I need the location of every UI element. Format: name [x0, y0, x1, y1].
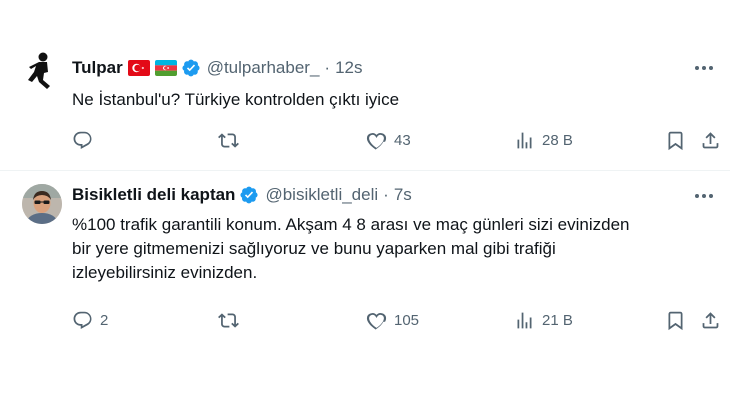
views-icon: [517, 132, 532, 148]
profile-photo-avatar-icon: [22, 184, 62, 224]
reply-icon: [73, 131, 92, 149]
retweet-button[interactable]: [218, 128, 246, 152]
like-button[interactable]: 43: [366, 128, 411, 152]
reply-button[interactable]: 2: [72, 308, 108, 332]
reply-icon: [73, 311, 92, 329]
tweet-text-line: %100 trafik garantili konum. Akşam 4 8 a…: [72, 215, 630, 234]
bookmark-icon: [668, 131, 683, 150]
share-button[interactable]: [700, 128, 721, 152]
tweet-text: %100 trafik garantili konum. Akşam 4 8 a…: [72, 213, 712, 285]
timestamp[interactable]: 12s: [335, 58, 362, 78]
retweet-icon: [218, 132, 239, 148]
separator-dot: ·: [324, 58, 331, 77]
username-handle[interactable]: @tulparhaber_: [207, 58, 320, 78]
timestamp[interactable]: 7s: [394, 185, 412, 205]
avatar[interactable]: [22, 184, 62, 224]
more-options-button[interactable]: [692, 186, 716, 206]
more-options-button[interactable]: [692, 58, 716, 78]
like-count: 105: [394, 311, 420, 329]
bookmark-icon: [668, 311, 683, 330]
tweet-text-line: izleyebilirsiniz evinizden.: [72, 263, 258, 282]
runner-silhouette-avatar-icon: [28, 52, 50, 89]
heart-icon: [366, 132, 387, 150]
bookmark-button[interactable]: [665, 128, 686, 152]
tweet-text-line: Ne İstanbul'u? Türkiye kontrolden çıktı …: [72, 90, 400, 109]
views-button[interactable]: 28 B: [514, 128, 573, 152]
more-icon: [695, 194, 713, 198]
reply-button[interactable]: [72, 128, 100, 152]
retweet-icon: [218, 312, 239, 328]
reply-count: 2: [100, 311, 109, 329]
azerbaijan-flag-icon: [154, 60, 177, 76]
share-icon: [702, 131, 719, 148]
share-icon: [702, 311, 719, 328]
tweet-2[interactable]: Bisikletli deli kaptan @bisikletli_deli …: [0, 171, 730, 341]
views-count: 21 B: [542, 311, 573, 329]
share-button[interactable]: [700, 308, 721, 332]
tweet-header: Bisikletli deli kaptan @bisikletli_deli …: [72, 183, 412, 207]
verified-badge-icon: [239, 185, 259, 205]
views-icon: [517, 312, 532, 328]
tweet-actions: 2 105 21 B: [72, 308, 722, 332]
display-name[interactable]: Tulpar: [72, 58, 123, 78]
views-button[interactable]: 21 B: [514, 308, 573, 332]
retweet-button[interactable]: [218, 308, 246, 332]
tweet-text: Ne İstanbul'u? Türkiye kontrolden çıktı …: [72, 88, 712, 112]
like-button[interactable]: 105: [366, 308, 419, 332]
tweet-1[interactable]: Tulpar @tulparhaber_ · 12s Ne İstanbul'u…: [0, 0, 730, 170]
heart-icon: [366, 312, 387, 330]
separator-dot: ·: [383, 185, 389, 204]
like-count: 43: [394, 131, 411, 149]
tweet-actions: 43 28 B: [72, 128, 722, 152]
views-count: 28 B: [542, 131, 573, 149]
display-name[interactable]: Bisikletli deli kaptan: [72, 185, 235, 205]
username-handle[interactable]: @bisikletli_deli: [265, 185, 378, 205]
turkey-flag-icon: [127, 60, 150, 76]
tweet-header: Tulpar @tulparhaber_ · 12s: [72, 56, 363, 80]
avatar[interactable]: [22, 50, 62, 90]
bookmark-button[interactable]: [665, 308, 686, 332]
more-icon: [695, 66, 713, 70]
verified-badge-icon: [181, 58, 201, 78]
tweet-text-line: bir yere gitmemenizi sağlıyoruz ve bunu …: [72, 239, 556, 258]
